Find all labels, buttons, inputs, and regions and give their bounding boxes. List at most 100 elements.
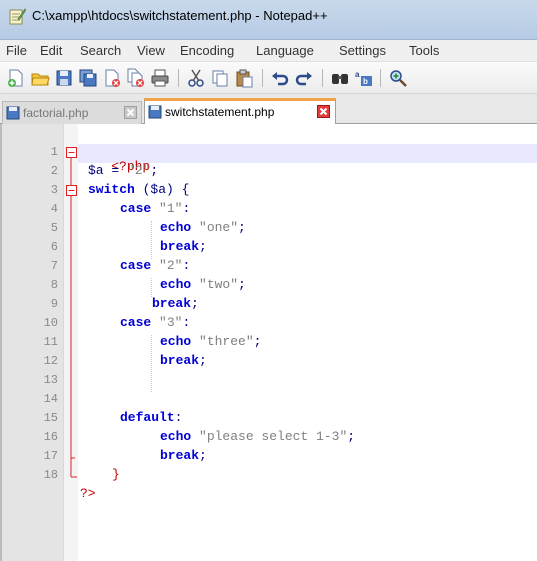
indent-guide <box>151 278 152 297</box>
line-number: 17 <box>43 449 58 463</box>
close-tab-icon[interactable] <box>124 106 137 119</box>
copy-icon[interactable] <box>210 68 230 88</box>
title-bar: C:\xampp\htdocs\switchstatement.php - No… <box>0 0 537 40</box>
line-number: 13 <box>43 373 58 387</box>
menu-edit[interactable]: Edit <box>40 43 62 58</box>
line-number: 5 <box>50 221 58 235</box>
zoom-in-icon[interactable] <box>388 68 408 88</box>
code-line-16: break; <box>160 448 207 467</box>
token-keyword: switch <box>88 182 135 197</box>
line-number: 11 <box>43 335 58 349</box>
close-all-icon[interactable] <box>126 68 146 88</box>
token-punctuation: ; <box>347 429 356 444</box>
menu-file[interactable]: File <box>6 43 27 58</box>
token-string: "please select 1-3" <box>191 429 348 444</box>
close-tab-icon[interactable] <box>317 105 330 118</box>
undo-icon[interactable] <box>270 68 290 88</box>
replace-icon[interactable]: a b <box>354 68 374 88</box>
token-punctuation: ; <box>238 220 246 235</box>
code-line-5: echo "one"; <box>160 220 246 239</box>
line-number: 7 <box>50 259 58 273</box>
token-punctuation: ; <box>253 334 262 349</box>
token-keyword: echo <box>160 277 192 292</box>
print-icon[interactable] <box>150 68 170 88</box>
menu-settings[interactable]: Settings <box>339 43 386 58</box>
menu-search[interactable]: Search <box>80 43 121 58</box>
line-number: 18 <box>43 468 58 482</box>
fold-collapse-icon[interactable] <box>66 185 77 196</box>
line-number: 10 <box>43 316 58 330</box>
token-punctuation: : <box>182 315 191 330</box>
cut-icon[interactable] <box>186 68 206 88</box>
menu-encoding[interactable]: Encoding <box>180 43 234 58</box>
token-punctuation: ; <box>199 353 207 368</box>
token-keyword: break <box>160 448 200 463</box>
token-string: "1" <box>151 201 183 216</box>
open-file-icon[interactable] <box>30 68 50 88</box>
menu-tools[interactable]: Tools <box>409 43 439 58</box>
menu-view[interactable]: View <box>137 43 165 58</box>
toolbar-separator <box>178 69 179 87</box>
line-number: 16 <box>43 430 58 444</box>
token-keyword: case <box>120 315 152 330</box>
toolbar-separator <box>380 69 381 87</box>
token-punctuation: ; <box>199 239 207 254</box>
saved-file-icon <box>6 106 20 120</box>
code-line-1: <?php <box>80 144 150 174</box>
fold-collapse-icon[interactable] <box>66 147 77 158</box>
window-title: C:\xampp\htdocs\switchstatement.php - No… <box>32 8 328 23</box>
code-line-8: echo "two"; <box>160 277 246 296</box>
token-variable: $a <box>88 163 104 178</box>
code-line-10: case "3": <box>120 315 190 334</box>
new-file-icon[interactable] <box>6 68 26 88</box>
token-keyword: case <box>120 201 152 216</box>
paste-icon[interactable] <box>234 68 254 88</box>
token-keyword: break <box>152 296 192 311</box>
code-line-2: $a = "2"; <box>88 163 158 182</box>
token-string: "two" <box>191 277 239 292</box>
token-punctuation: ; <box>191 296 199 311</box>
line-number: 2 <box>50 164 58 178</box>
toolbar: a b <box>0 62 537 94</box>
find-icon[interactable] <box>330 68 350 88</box>
close-icon[interactable] <box>102 68 122 88</box>
save-all-icon[interactable] <box>78 68 98 88</box>
indent-guide <box>151 221 152 259</box>
code-line-7: case "2": <box>120 258 190 277</box>
token-string: "one" <box>191 220 239 235</box>
token-keyword: echo <box>160 429 192 444</box>
svg-text:b: b <box>363 77 368 86</box>
code-line-15: echo "please select 1-3"; <box>160 429 355 448</box>
token-operator: = <box>103 163 128 178</box>
tab-switchstatement[interactable]: switchstatement.php <box>144 98 336 124</box>
token-punctuation: : <box>182 201 191 216</box>
token-punctuation: ; <box>238 277 246 292</box>
toolbar-separator <box>262 69 263 87</box>
svg-text:a: a <box>355 70 360 79</box>
code-line-17: } <box>112 467 120 486</box>
line-number: 4 <box>50 202 58 216</box>
token-keyword: break <box>160 239 200 254</box>
token-punctuation: ; <box>199 448 207 463</box>
line-number: 12 <box>43 354 58 368</box>
tab-bar: factorial.php switchstatement.php <box>0 94 537 124</box>
line-number: 1 <box>50 145 58 159</box>
token-keyword: default <box>120 410 175 425</box>
token-keyword: break <box>160 353 200 368</box>
menu-language[interactable]: Language <box>256 43 314 58</box>
code-line-4: case "1": <box>120 201 190 220</box>
token-string: "2" <box>151 258 183 273</box>
menu-bar: File Edit Search View Encoding Language … <box>0 40 537 62</box>
code-line-12: break; <box>160 353 207 372</box>
code-line-18: ?> <box>80 486 96 505</box>
code-line-11: echo "three"; <box>160 334 261 353</box>
code-editor[interactable]: 1 2 3 4 5 6 7 8 9 10 11 12 13 14 15 16 1… <box>0 124 537 561</box>
redo-icon[interactable] <box>294 68 314 88</box>
save-icon[interactable] <box>54 68 74 88</box>
line-number: 3 <box>50 183 58 197</box>
token-string: "3" <box>151 315 183 330</box>
tab-factorial[interactable]: factorial.php <box>2 101 142 124</box>
line-number: 8 <box>50 278 58 292</box>
indent-guide <box>151 335 152 392</box>
notepad-plus-plus-icon <box>9 8 26 25</box>
